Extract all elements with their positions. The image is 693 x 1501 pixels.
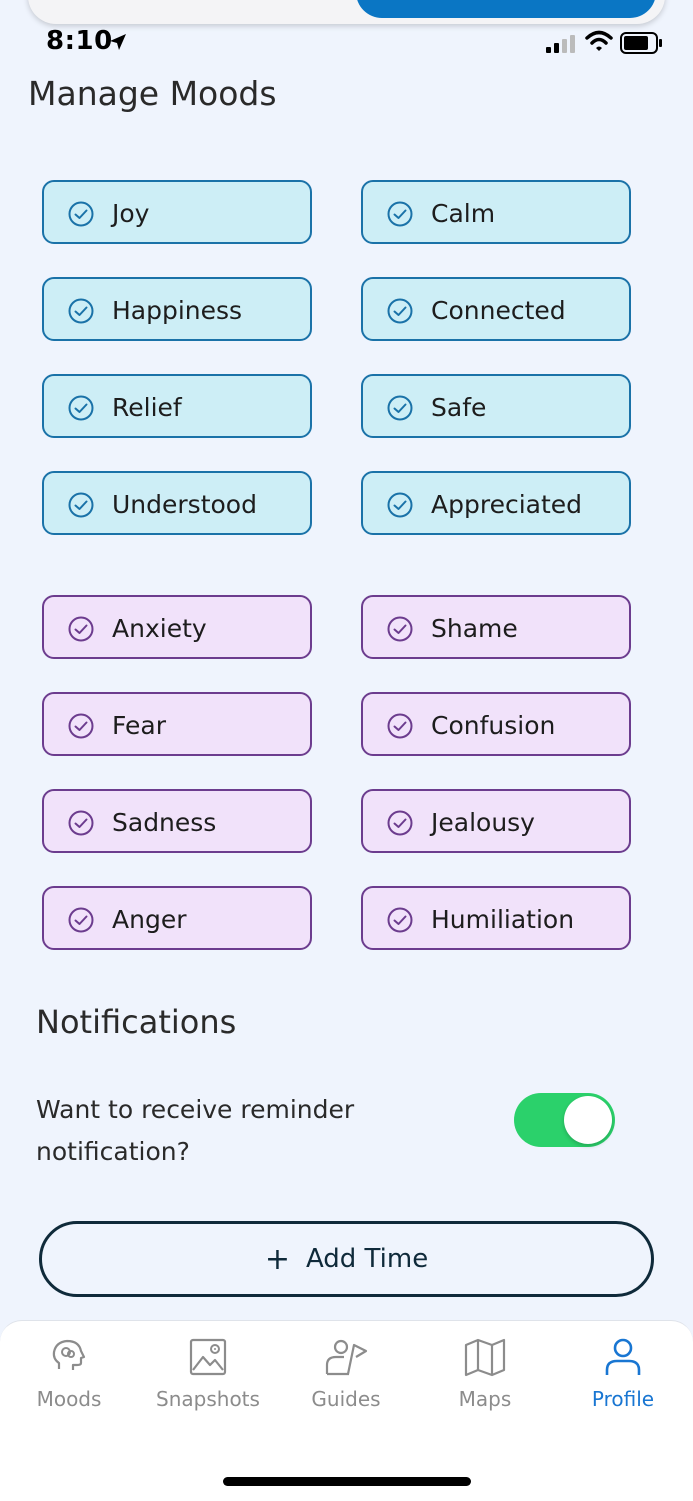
bottom-tab-bar: Moods Snapshots Guides Maps Profile <box>0 1320 693 1501</box>
toggle-knob <box>564 1096 612 1144</box>
status-bar: 8:10 <box>0 22 693 62</box>
check-circle-icon <box>68 298 94 324</box>
mood-chip-confusion[interactable]: Confusion <box>361 692 631 756</box>
tab-snapshots[interactable]: Snapshots <box>139 1333 277 1433</box>
check-circle-icon <box>68 713 94 739</box>
mood-chip-sadness[interactable]: Sadness <box>42 789 312 853</box>
cellular-signal-icon <box>546 35 575 53</box>
check-circle-icon <box>68 810 94 836</box>
mood-label: Fear <box>112 711 166 740</box>
mood-label: Joy <box>112 199 150 228</box>
mood-label: Sadness <box>112 808 217 837</box>
home-indicator <box>223 1477 471 1486</box>
tab-label-guides: Guides <box>311 1387 381 1411</box>
mood-chip-fear[interactable]: Fear <box>42 692 312 756</box>
page-title: Manage Moods <box>28 74 277 113</box>
add-time-button[interactable]: + Add Time <box>39 1221 654 1297</box>
check-circle-icon <box>68 492 94 518</box>
mood-label: Humiliation <box>431 905 575 934</box>
mood-label: Shame <box>431 614 518 643</box>
tab-label-profile: Profile <box>591 1387 655 1411</box>
notifications-title: Notifications <box>36 1003 237 1041</box>
wifi-icon <box>585 30 613 51</box>
location-arrow-icon <box>110 34 126 50</box>
check-circle-icon <box>68 616 94 642</box>
mood-chip-anxiety[interactable]: Anxiety <box>42 595 312 659</box>
mood-label: Understood <box>112 490 257 519</box>
mood-chip-connected[interactable]: Connected <box>361 277 631 341</box>
tab-guides[interactable]: Guides <box>277 1333 415 1433</box>
head-icon <box>52 1339 86 1370</box>
mood-label: Anxiety <box>112 614 207 643</box>
person-icon <box>605 1338 641 1375</box>
mood-label: Safe <box>431 393 487 422</box>
check-circle-icon <box>68 395 94 421</box>
image-icon <box>189 1338 227 1376</box>
mood-chip-safe[interactable]: Safe <box>361 374 631 438</box>
tab-profile[interactable]: Profile <box>554 1333 692 1433</box>
mood-label: Happiness <box>112 296 243 325</box>
check-circle-icon <box>387 201 413 227</box>
mood-chip-shame[interactable]: Shame <box>361 595 631 659</box>
mood-chip-appreciated[interactable]: Appreciated <box>361 471 631 535</box>
mood-chip-anger[interactable]: Anger <box>42 886 312 950</box>
mood-label: Appreciated <box>431 490 583 519</box>
tab-label-moods: Moods <box>36 1387 102 1411</box>
mood-chip-calm[interactable]: Calm <box>361 180 631 244</box>
mood-label: Confusion <box>431 711 556 740</box>
check-circle-icon <box>68 201 94 227</box>
mood-chip-joy[interactable]: Joy <box>42 180 312 244</box>
reminder-toggle[interactable] <box>514 1093 615 1147</box>
top-card <box>28 0 665 24</box>
status-time: 8:10 <box>46 26 113 56</box>
mood-label: Relief <box>112 393 182 422</box>
tab-label-snapshots: Snapshots <box>156 1387 260 1411</box>
check-circle-icon <box>387 907 413 933</box>
plus-icon: + <box>264 1241 290 1277</box>
check-circle-icon <box>387 492 413 518</box>
check-circle-icon <box>68 907 94 933</box>
mood-label: Anger <box>112 905 187 934</box>
battery-icon <box>620 32 662 54</box>
check-circle-icon <box>387 810 413 836</box>
tab-label-maps: Maps <box>458 1387 512 1411</box>
mood-label: Calm <box>431 199 496 228</box>
mood-chip-happiness[interactable]: Happiness <box>42 277 312 341</box>
mood-chip-understood[interactable]: Understood <box>42 471 312 535</box>
tab-moods[interactable]: Moods <box>0 1333 138 1433</box>
mood-label: Jealousy <box>431 808 535 837</box>
primary-button-partial[interactable] <box>356 0 656 18</box>
reminder-question: Want to receive reminder notification? <box>36 1095 355 1166</box>
check-circle-icon <box>387 616 413 642</box>
mood-chip-humiliation[interactable]: Humiliation <box>361 886 631 950</box>
map-icon <box>464 1338 506 1377</box>
check-circle-icon <box>387 713 413 739</box>
mood-chip-jealousy[interactable]: Jealousy <box>361 789 631 853</box>
mood-label: Connected <box>431 296 566 325</box>
guide-icon <box>325 1339 368 1376</box>
mood-chip-relief[interactable]: Relief <box>42 374 312 438</box>
add-time-label: Add Time <box>305 1244 429 1274</box>
check-circle-icon <box>387 298 413 324</box>
check-circle-icon <box>387 395 413 421</box>
tab-maps[interactable]: Maps <box>416 1333 554 1433</box>
